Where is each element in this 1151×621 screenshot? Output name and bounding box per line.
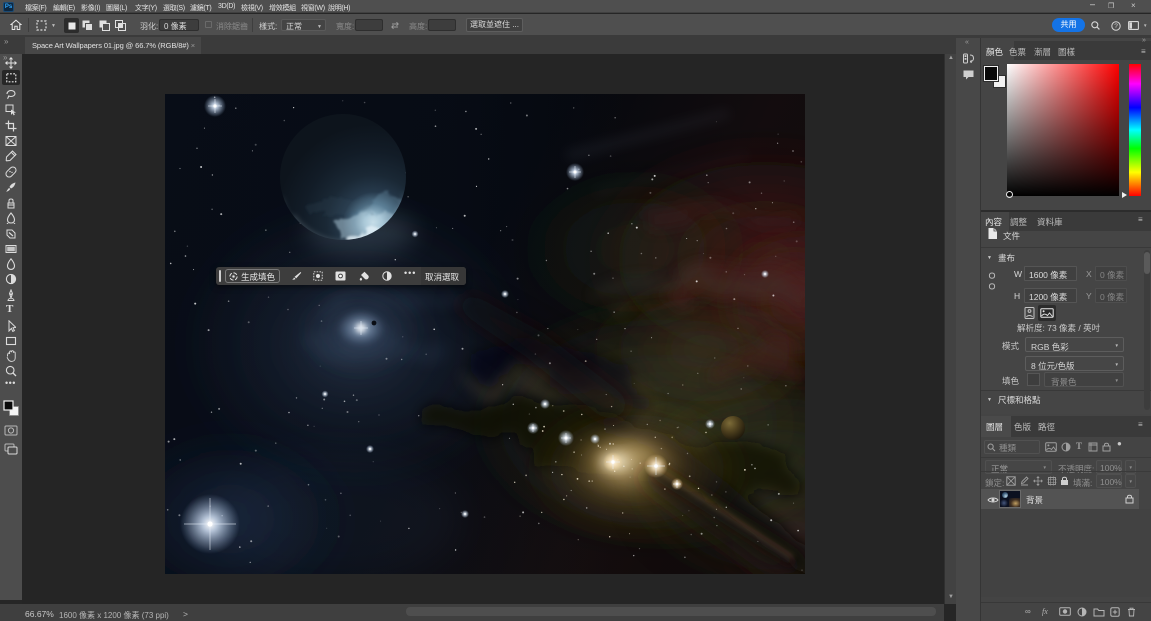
svg-text:?: ? [1114,23,1118,30]
